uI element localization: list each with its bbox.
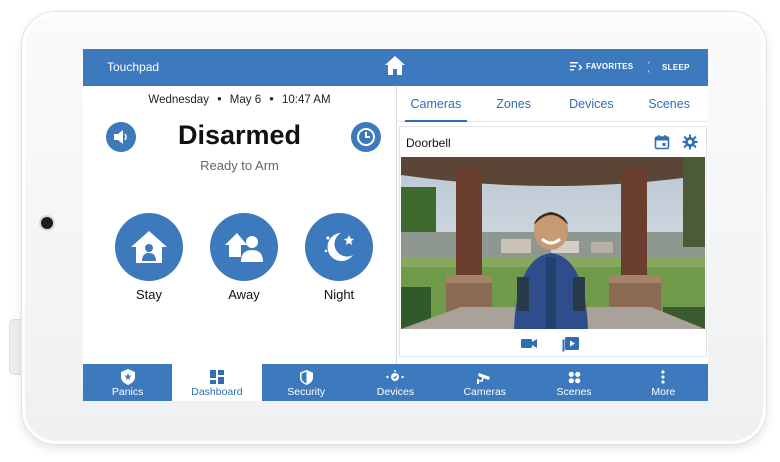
- tab-zones[interactable]: Zones: [475, 86, 553, 121]
- time-label: 10:47 AM: [281, 94, 331, 106]
- nav-cameras[interactable]: Cameras: [440, 364, 529, 401]
- nav-scenes-label: Scenes: [556, 386, 592, 398]
- arm-stay-label: Stay: [135, 287, 162, 302]
- sleep-button[interactable]: SLEEP: [648, 61, 690, 73]
- dashboard-cards-panel: Cameras Zones Devices Scenes Doorbell: [397, 86, 708, 364]
- bottom-navigation: Panics Dashboard Security Devices Camera…: [83, 364, 708, 401]
- clock-icon: [357, 128, 375, 146]
- tab-cameras[interactable]: Cameras: [397, 86, 475, 122]
- nav-security[interactable]: Security: [262, 364, 351, 401]
- nav-more[interactable]: More: [619, 364, 708, 401]
- favorites-icon: [570, 62, 582, 71]
- moon-stars-icon: [324, 233, 354, 261]
- nav-security-label: Security: [287, 386, 326, 398]
- camera-controls: [520, 336, 580, 357]
- cctv-icon: [476, 373, 490, 384]
- nav-cameras-label: Cameras: [463, 386, 507, 398]
- house-people-icon: [225, 233, 263, 262]
- dashboard-grid-icon: [209, 370, 224, 384]
- top-bar: Touchpad FAVORITES SLEEP: [83, 49, 708, 86]
- more-vertical-icon: [661, 370, 665, 384]
- nav-scenes[interactable]: Scenes: [529, 364, 618, 401]
- scenes-icon: [568, 371, 580, 383]
- arm-substatus: Ready to Arm: [200, 158, 279, 173]
- tab-devices[interactable]: Devices: [553, 86, 631, 121]
- shield-star-icon: [120, 369, 135, 385]
- nav-devices[interactable]: Devices: [351, 364, 440, 401]
- arm-away-button[interactable]: Away: [209, 213, 279, 302]
- nav-devices-label: Devices: [376, 386, 415, 398]
- live-video-icon[interactable]: [520, 336, 538, 357]
- app-title: Touchpad: [107, 60, 160, 74]
- arm-status: Disarmed: [177, 120, 302, 150]
- house-person-icon: [131, 231, 167, 263]
- home-icon[interactable]: [383, 54, 407, 78]
- devices-icon: [386, 370, 405, 381]
- playback-icon[interactable]: [562, 336, 580, 357]
- arm-night-label: Night: [323, 287, 355, 302]
- arm-night-button[interactable]: Night: [304, 213, 374, 302]
- nav-dashboard-label: Dashboard: [191, 386, 243, 398]
- nav-panics[interactable]: Panics: [83, 364, 172, 401]
- card-tabs: Cameras Zones Devices Scenes: [397, 86, 708, 122]
- camera-card: Doorbell: [399, 126, 707, 357]
- calendar-icon[interactable]: [654, 134, 670, 150]
- date-time-row: Wednesday ● May 6 ● 10:47 AM: [148, 94, 331, 106]
- touchpad-screen: Touchpad FAVORITES SLEEP Wednesday ● May 6…: [83, 49, 708, 401]
- moon-icon: [648, 61, 652, 73]
- nav-dashboard[interactable]: Dashboard: [172, 364, 262, 401]
- gear-icon[interactable]: [682, 134, 698, 150]
- arm-stay-button[interactable]: Stay: [114, 213, 184, 302]
- shield-icon: [299, 369, 313, 385]
- history-button[interactable]: [351, 122, 381, 152]
- arm-away-label: Away: [228, 287, 260, 302]
- camera-name: Doorbell: [406, 136, 451, 150]
- tab-scenes[interactable]: Scenes: [630, 86, 708, 121]
- front-camera: [41, 217, 53, 229]
- nav-panics-label: Panics: [111, 386, 144, 398]
- sleep-label: SLEEP: [662, 62, 690, 72]
- favorites-button[interactable]: FAVORITES: [570, 61, 633, 71]
- day-label: Wednesday: [148, 94, 209, 106]
- date-label: May 6: [229, 94, 262, 106]
- doorbell-camera-feed[interactable]: [401, 157, 705, 329]
- security-status-panel: Wednesday ● May 6 ● 10:47 AM Disarmed Ready …: [83, 86, 396, 364]
- nav-more-label: More: [651, 386, 676, 398]
- favorites-label: FAVORITES: [586, 61, 634, 71]
